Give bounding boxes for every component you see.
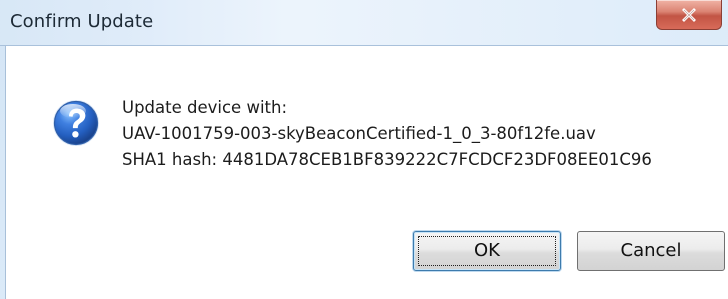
close-button[interactable] <box>656 0 722 30</box>
cancel-button[interactable]: Cancel <box>577 231 725 271</box>
ok-button[interactable]: OK <box>413 231 561 271</box>
message-line-2: UAV-1001759-003-skyBeaconCertified-1_0_3… <box>122 124 596 143</box>
title-bar[interactable]: Confirm Update <box>0 0 728 46</box>
confirm-update-dialog: Confirm Update Update device with: UAV-1… <box>0 0 728 299</box>
window-left-frame <box>0 46 6 299</box>
dialog-content: Update device with: UAV-1001759-003-skyB… <box>7 47 728 299</box>
message-line-1: Update device with: <box>122 98 288 117</box>
close-icon <box>682 7 696 22</box>
window-title: Confirm Update <box>10 11 154 32</box>
message-text: Update device with: UAV-1001759-003-skyB… <box>122 95 702 173</box>
question-icon <box>53 100 99 146</box>
message-line-3: SHA1 hash: 4481DA78CEB1BF839222C7FCDCF23… <box>122 150 652 169</box>
